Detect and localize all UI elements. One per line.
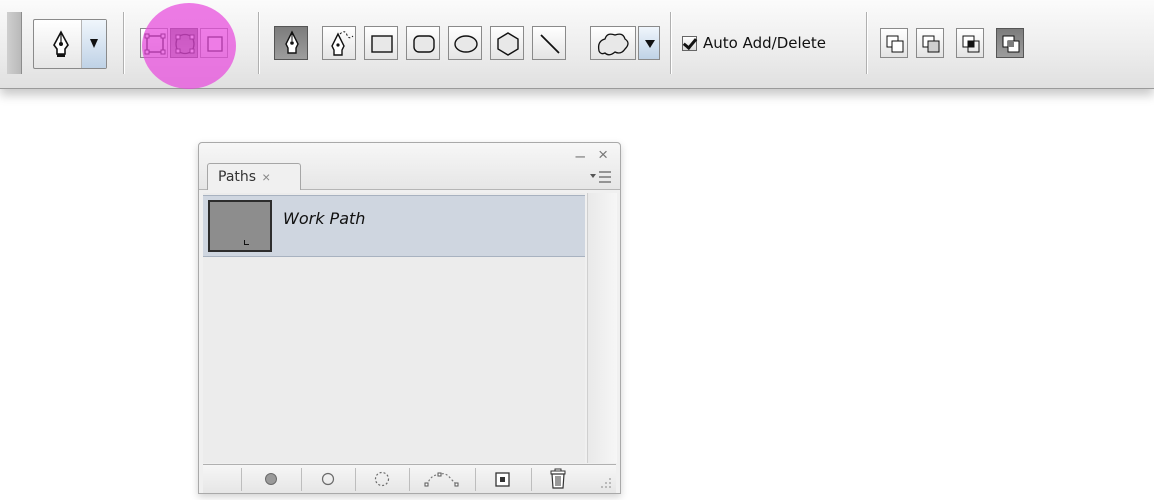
custom-shape-dropdown-button[interactable] xyxy=(638,26,660,60)
separator xyxy=(123,12,124,74)
resize-grip-icon[interactable] xyxy=(600,477,612,489)
fill-pixels-icon xyxy=(207,36,223,52)
rectangle-tool-icon xyxy=(371,35,393,53)
paths-scrollbar[interactable] xyxy=(587,193,617,463)
path-row-work-path[interactable]: Work Path xyxy=(203,195,585,257)
trash-icon xyxy=(550,468,566,489)
shape-layers-icon xyxy=(144,33,166,55)
footer-divider xyxy=(531,468,532,491)
ellipse-tool-button[interactable] xyxy=(448,26,482,60)
footer-divider xyxy=(301,468,302,491)
tab-close-icon[interactable]: × xyxy=(262,169,270,185)
auto-add-delete-label: Auto Add/Delete xyxy=(703,34,826,52)
line-tool-icon xyxy=(540,34,560,54)
line-tool-button[interactable] xyxy=(532,26,566,60)
create-new-path-button[interactable] xyxy=(477,465,529,493)
footer-divider xyxy=(355,468,356,491)
auto-add-delete-option[interactable]: Auto Add/Delete xyxy=(682,30,826,56)
minimize-button[interactable]: – xyxy=(576,146,585,166)
pen-tool-icon xyxy=(53,30,69,57)
fill-pixels-button[interactable] xyxy=(200,28,228,58)
pen-tool-button[interactable] xyxy=(274,26,308,60)
rectangle-tool-button[interactable] xyxy=(364,26,398,60)
exclude-overlapping-path-areas-button[interactable] xyxy=(996,28,1024,58)
create-new-path-icon xyxy=(495,472,510,487)
path-thumbnail-mark xyxy=(244,240,249,245)
custom-shape-tool-button[interactable] xyxy=(590,26,636,60)
rounded-rectangle-tool-icon xyxy=(413,35,435,53)
separator xyxy=(258,12,259,74)
rounded-rectangle-tool-button[interactable] xyxy=(406,26,440,60)
tab-paths[interactable]: Paths × xyxy=(207,163,301,190)
polygon-tool-icon xyxy=(497,32,519,56)
freeform-pen-tool-icon xyxy=(331,31,354,56)
intersect-path-areas-button[interactable] xyxy=(956,28,984,58)
pen-tool-icon xyxy=(285,30,299,54)
panel-menu-icon xyxy=(590,171,611,183)
tool-preset-picker[interactable] xyxy=(33,19,107,69)
tool-preset-dropdown-arrow[interactable] xyxy=(81,20,106,68)
shape-layers-button[interactable] xyxy=(140,28,168,58)
close-panel-button[interactable]: × xyxy=(598,145,608,165)
delete-path-button[interactable] xyxy=(533,465,583,493)
panel-footer xyxy=(203,464,616,493)
stroke-path-icon xyxy=(321,472,335,486)
footer-divider xyxy=(241,468,242,491)
make-work-path-icon xyxy=(424,472,459,487)
tab-paths-label: Paths xyxy=(218,169,257,185)
fill-path-icon xyxy=(265,473,277,485)
paths-list: Work Path xyxy=(203,193,585,463)
custom-shape-tool-icon xyxy=(597,33,629,56)
ellipse-tool-icon xyxy=(454,35,478,53)
subtract-from-path-area-icon xyxy=(922,35,940,53)
freeform-pen-tool-button[interactable] xyxy=(322,26,356,60)
load-path-as-selection-button[interactable] xyxy=(357,465,407,493)
path-name[interactable]: Work Path xyxy=(283,209,365,228)
paths-panel: – × Paths × Work Path xyxy=(198,142,621,494)
make-work-path-button[interactable] xyxy=(411,465,473,493)
auto-add-delete-checkbox[interactable] xyxy=(682,35,697,51)
fill-path-button[interactable] xyxy=(243,465,299,493)
paths-icon xyxy=(175,33,195,55)
separator xyxy=(866,12,867,74)
stroke-path-button[interactable] xyxy=(303,465,353,493)
add-to-path-area-button[interactable] xyxy=(880,28,908,58)
paths-button[interactable] xyxy=(170,28,198,58)
footer-divider xyxy=(475,468,476,491)
path-thumbnail xyxy=(208,200,272,252)
intersect-path-areas-icon xyxy=(962,35,980,53)
subtract-from-path-area-button[interactable] xyxy=(916,28,944,58)
load-path-as-selection-icon xyxy=(374,471,390,487)
polygon-tool-button[interactable] xyxy=(490,26,524,60)
separator xyxy=(670,12,671,74)
panel-titlebar[interactable]: – × Paths × xyxy=(199,143,620,190)
exclude-overlapping-path-areas-icon xyxy=(1002,35,1020,53)
chevron-down-icon xyxy=(645,40,655,48)
options-bar-grip[interactable] xyxy=(7,12,22,74)
add-to-path-area-icon xyxy=(886,35,904,53)
panel-menu-button[interactable] xyxy=(588,169,614,187)
footer-divider xyxy=(409,468,410,491)
options-bar: Auto Add/Delete xyxy=(0,0,1154,89)
